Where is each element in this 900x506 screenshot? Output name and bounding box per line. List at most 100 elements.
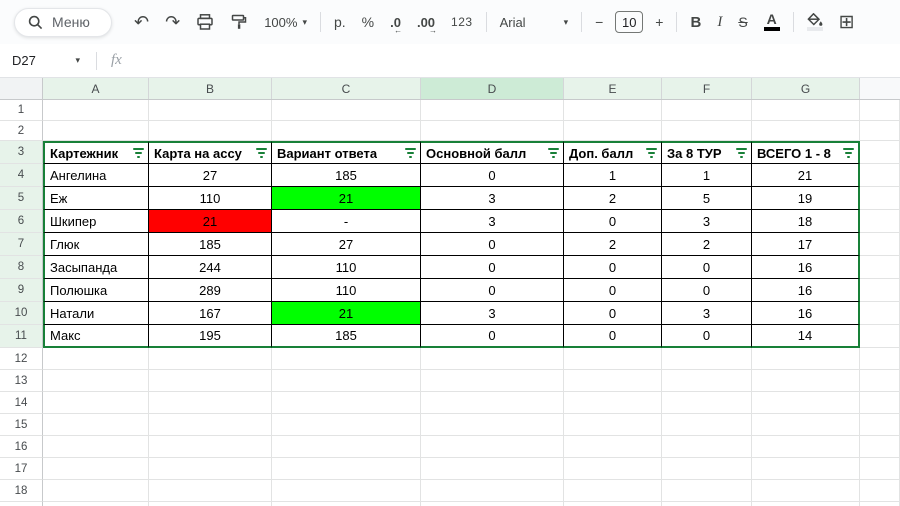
cell-C2[interactable] [272,121,421,141]
cell-G8[interactable]: 16 [752,256,860,279]
cell-B15[interactable] [149,414,272,436]
cell-D13[interactable] [421,370,564,392]
cell-C9[interactable]: 110 [272,279,421,302]
formula-input[interactable] [122,44,900,77]
cell-F12[interactable] [662,348,752,370]
cell-C10[interactable]: 21 [272,302,421,325]
row-header-11[interactable]: 11 [0,325,43,348]
cell-E14[interactable] [564,392,662,414]
row-header-8[interactable]: 8 [0,256,43,279]
italic-button[interactable]: I [709,11,730,34]
zoom-select[interactable]: 100% ▾ [256,12,315,33]
bold-button[interactable]: B [682,11,709,34]
column-header-D[interactable]: D [421,78,564,99]
cell-E5[interactable]: 2 [564,187,662,210]
row-header-17[interactable]: 17 [0,458,43,480]
cell-A7[interactable]: Глюк [43,233,149,256]
cell-filler-5[interactable] [860,187,900,210]
cell-A2[interactable] [43,121,149,141]
cell-F15[interactable] [662,414,752,436]
cell-F3[interactable]: За 8 ТУР [662,141,752,164]
cell-C5[interactable]: 21 [272,187,421,210]
cell-G5[interactable]: 19 [752,187,860,210]
cell-G4[interactable]: 21 [752,164,860,187]
cell-E15[interactable] [564,414,662,436]
cell-G19[interactable] [752,502,860,506]
cell-E2[interactable] [564,121,662,141]
row-header-19[interactable]: 19 [0,502,43,506]
row-header-1[interactable]: 1 [0,100,43,121]
cell-C11[interactable]: 185 [272,325,421,348]
cell-B14[interactable] [149,392,272,414]
cell-E16[interactable] [564,436,662,458]
cell-F6[interactable]: 3 [662,210,752,233]
cell-D16[interactable] [421,436,564,458]
menu-search-box[interactable]: Меню [14,7,112,37]
cell-B13[interactable] [149,370,272,392]
cell-filler-2[interactable] [860,121,900,141]
cell-B10[interactable]: 167 [149,302,272,325]
filter-icon[interactable] [645,148,657,158]
number-format-button[interactable]: 123 [443,12,481,32]
cell-C7[interactable]: 27 [272,233,421,256]
cell-B6[interactable]: 21 [149,210,272,233]
cell-B19[interactable] [149,502,272,506]
cell-filler-1[interactable] [860,100,900,121]
column-header-A[interactable]: A [43,78,149,99]
cell-C16[interactable] [272,436,421,458]
cell-D1[interactable] [421,100,564,121]
cell-F7[interactable]: 2 [662,233,752,256]
cell-C4[interactable]: 185 [272,164,421,187]
cell-B16[interactable] [149,436,272,458]
cell-A9[interactable]: Полюшка [43,279,149,302]
cell-E12[interactable] [564,348,662,370]
cell-G10[interactable]: 16 [752,302,860,325]
increase-decimal-button[interactable]: .00 → [409,12,443,35]
cell-A17[interactable] [43,458,149,480]
cell-A11[interactable]: Макс [43,325,149,348]
cell-B3[interactable]: Карта на ассу [149,141,272,164]
cell-filler-16[interactable] [860,436,900,458]
cell-A6[interactable]: Шкипер [43,210,149,233]
cell-G18[interactable] [752,480,860,502]
cell-G6[interactable]: 18 [752,210,860,233]
cell-F18[interactable] [662,480,752,502]
font-family-select[interactable]: Arial ▾ [492,12,577,33]
cell-G16[interactable] [752,436,860,458]
cell-B11[interactable]: 195 [149,325,272,348]
cell-A12[interactable] [43,348,149,370]
cell-D15[interactable] [421,414,564,436]
cell-G7[interactable]: 17 [752,233,860,256]
cell-G1[interactable] [752,100,860,121]
cell-C3[interactable]: Вариант ответа [272,141,421,164]
cell-G3[interactable]: ВСЕГО 1 - 8 [752,141,860,164]
cell-C12[interactable] [272,348,421,370]
row-header-15[interactable]: 15 [0,414,43,436]
cell-D12[interactable] [421,348,564,370]
cell-B12[interactable] [149,348,272,370]
filter-icon[interactable] [735,148,747,158]
cell-filler-18[interactable] [860,480,900,502]
cell-D14[interactable] [421,392,564,414]
column-header-G[interactable]: G [752,78,860,99]
cell-F1[interactable] [662,100,752,121]
cell-C13[interactable] [272,370,421,392]
cell-filler-12[interactable] [860,348,900,370]
text-color-button[interactable]: A [756,10,788,34]
row-header-18[interactable]: 18 [0,480,43,502]
cell-D17[interactable] [421,458,564,480]
cell-C14[interactable] [272,392,421,414]
cell-G15[interactable] [752,414,860,436]
cell-filler-11[interactable] [860,325,900,348]
filter-icon[interactable] [404,148,416,158]
filter-icon[interactable] [547,148,559,158]
cell-F13[interactable] [662,370,752,392]
cell-C8[interactable]: 110 [272,256,421,279]
row-header-5[interactable]: 5 [0,187,43,210]
cell-C15[interactable] [272,414,421,436]
cell-D4[interactable]: 0 [421,164,564,187]
cell-C6[interactable]: - [272,210,421,233]
cell-C17[interactable] [272,458,421,480]
cell-G17[interactable] [752,458,860,480]
cell-filler-10[interactable] [860,302,900,325]
